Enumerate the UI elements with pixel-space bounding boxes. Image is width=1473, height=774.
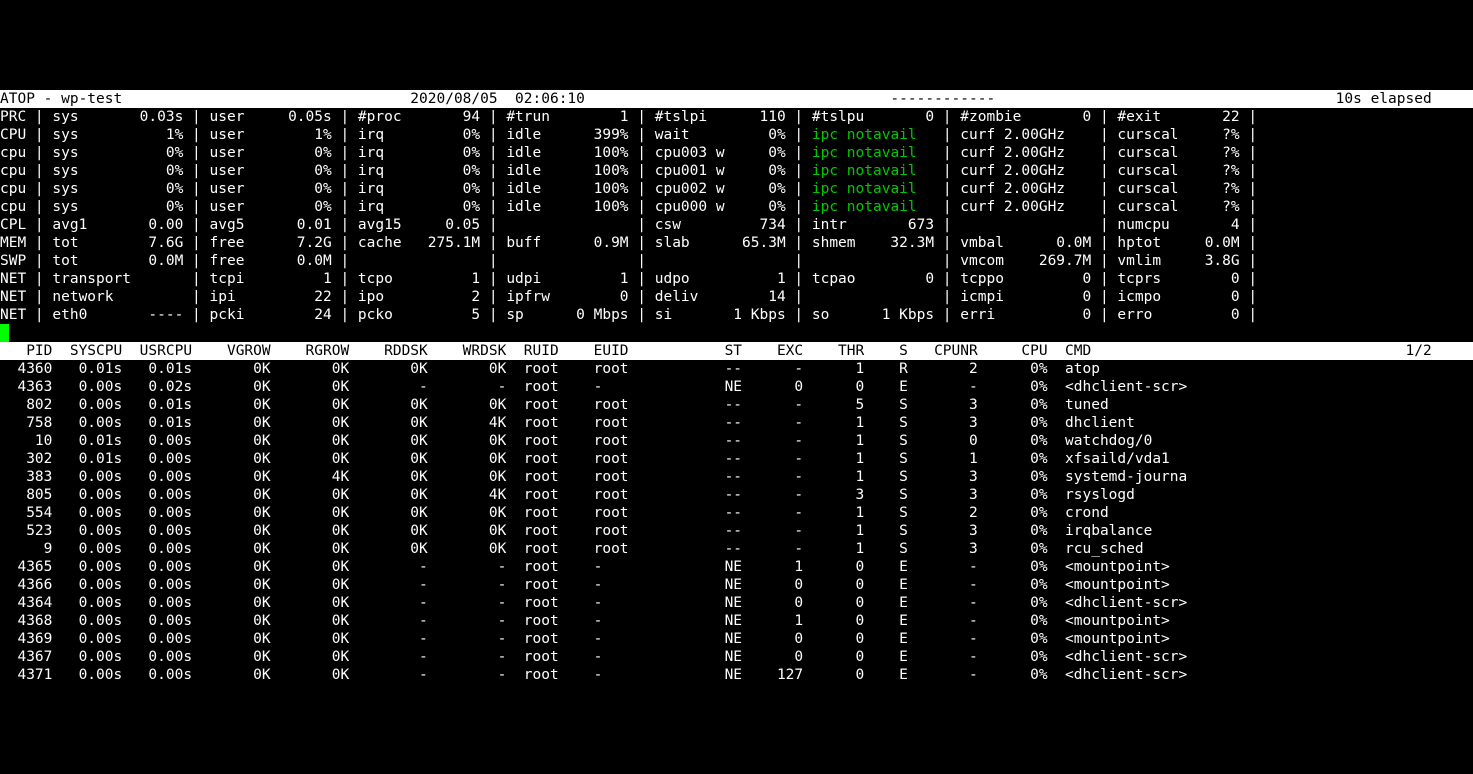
sys-row-cpu-3: cpu | sys 0% | user 0% | irq 0% | idle 1… bbox=[0, 162, 1473, 180]
process-row[interactable]: 4365 0.00s 0.00s 0K 0K - - root - NE 1 0… bbox=[0, 558, 1473, 576]
atop-terminal[interactable]: ATOP - wp-test 2020/08/05 02:06:10 -----… bbox=[0, 90, 1473, 684]
sys-row-cpu-4: cpu | sys 0% | user 0% | irq 0% | idle 1… bbox=[0, 180, 1473, 198]
process-row[interactable]: 4367 0.00s 0.00s 0K 0K - - root - NE 0 0… bbox=[0, 648, 1473, 666]
process-row[interactable]: 805 0.00s 0.00s 0K 0K 0K 4K root root --… bbox=[0, 486, 1473, 504]
sys-row-cpu-5: cpu | sys 0% | user 0% | irq 0% | idle 1… bbox=[0, 198, 1473, 216]
sys-row-prc-0: PRC | sys 0.03s | user 0.05s | #proc 94 … bbox=[0, 108, 1473, 126]
process-row[interactable]: 4364 0.00s 0.00s 0K 0K - - root - NE 0 0… bbox=[0, 594, 1473, 612]
process-row[interactable]: 9 0.00s 0.00s 0K 0K 0K 0K root root -- -… bbox=[0, 540, 1473, 558]
process-row[interactable]: 4369 0.00s 0.00s 0K 0K - - root - NE 0 0… bbox=[0, 630, 1473, 648]
sys-row-cpu-1: CPU | sys 1% | user 1% | irq 0% | idle 3… bbox=[0, 126, 1473, 144]
process-row[interactable]: 802 0.00s 0.01s 0K 0K 0K 0K root root --… bbox=[0, 396, 1473, 414]
process-row[interactable]: 302 0.01s 0.00s 0K 0K 0K 0K root root --… bbox=[0, 450, 1473, 468]
sys-row-net-10: NET | network | ipi 22 | ipo 2 | ipfrw 0… bbox=[0, 288, 1473, 306]
process-row[interactable]: 523 0.00s 0.00s 0K 0K 0K 0K root root --… bbox=[0, 522, 1473, 540]
process-row[interactable]: 383 0.00s 0.00s 0K 4K 0K 0K root root --… bbox=[0, 468, 1473, 486]
sys-row-net-11: NET | eth0 ---- | pcki 24 | pcko 5 | sp … bbox=[0, 306, 1473, 324]
sys-row-swp-8: SWP | tot 0.0M | free 0.0M | | | | | vmc… bbox=[0, 252, 1473, 270]
sys-row-mem-7: MEM | tot 7.6G | free 7.2G | cache 275.1… bbox=[0, 234, 1473, 252]
cursor bbox=[0, 324, 9, 342]
sys-row-cpl-6: CPL | avg1 0.00 | avg5 0.01 | avg15 0.05… bbox=[0, 216, 1473, 234]
process-row[interactable]: 554 0.00s 0.00s 0K 0K 0K 0K root root --… bbox=[0, 504, 1473, 522]
process-row[interactable]: 4360 0.01s 0.01s 0K 0K 0K 0K root root -… bbox=[0, 360, 1473, 378]
header-line: ATOP - wp-test 2020/08/05 02:06:10 -----… bbox=[0, 90, 1473, 108]
process-row[interactable]: 4368 0.00s 0.00s 0K 0K - - root - NE 1 0… bbox=[0, 612, 1473, 630]
cursor-line bbox=[0, 324, 1473, 342]
process-row[interactable]: 4371 0.00s 0.00s 0K 0K - - root - NE 127… bbox=[0, 666, 1473, 684]
process-row[interactable]: 4366 0.00s 0.00s 0K 0K - - root - NE 0 0… bbox=[0, 576, 1473, 594]
process-row[interactable]: 758 0.00s 0.01s 0K 0K 0K 4K root root --… bbox=[0, 414, 1473, 432]
process-row[interactable]: 10 0.01s 0.00s 0K 0K 0K 0K root root -- … bbox=[0, 432, 1473, 450]
process-header: PID SYSCPU USRCPU VGROW RGROW RDDSK WRDS… bbox=[0, 342, 1473, 360]
sys-row-cpu-2: cpu | sys 0% | user 0% | irq 0% | idle 1… bbox=[0, 144, 1473, 162]
process-row[interactable]: 4363 0.00s 0.02s 0K 0K - - root - NE 0 0… bbox=[0, 378, 1473, 396]
sys-row-net-9: NET | transport | tcpi 1 | tcpo 1 | udpi… bbox=[0, 270, 1473, 288]
